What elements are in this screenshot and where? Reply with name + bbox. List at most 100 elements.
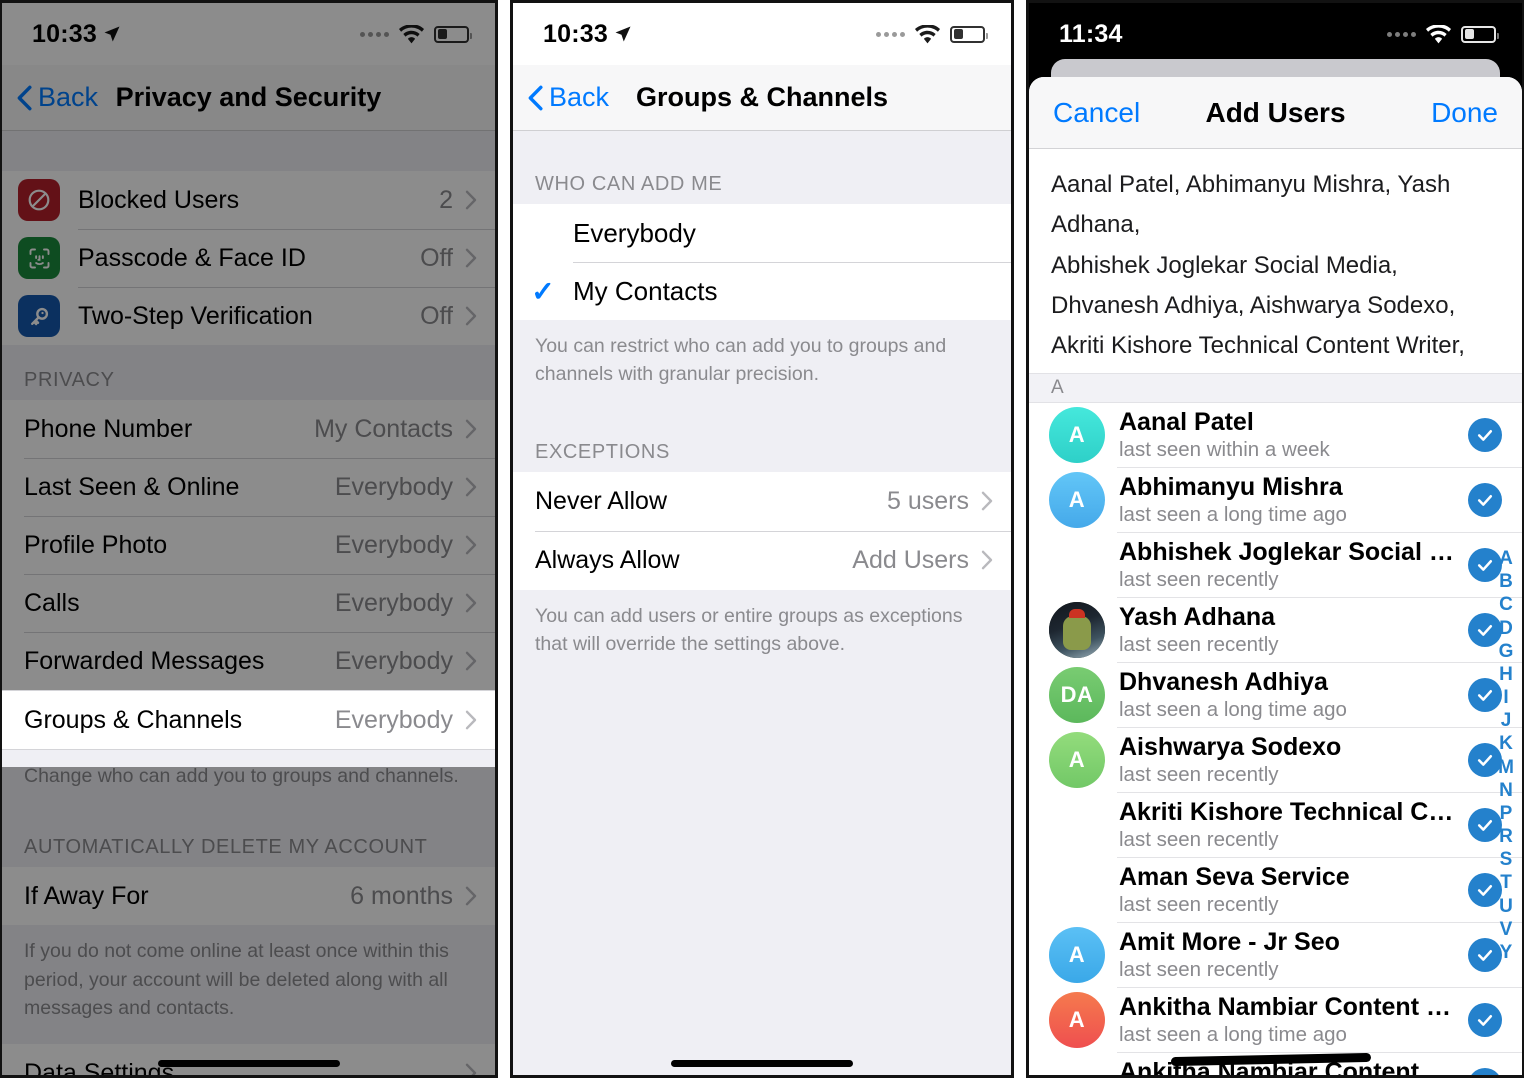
- contact-status: last seen recently: [1119, 633, 1279, 657]
- alphabet-index-letter[interactable]: A: [1499, 547, 1513, 570]
- selected-users-field[interactable]: Aanal Patel, Abhimanyu Mishra, Yash Adha…: [1029, 149, 1522, 373]
- alphabet-index-letter[interactable]: C: [1499, 593, 1513, 616]
- cancel-button[interactable]: Cancel: [1053, 97, 1140, 129]
- checkmark-selected-icon[interactable]: [1468, 483, 1502, 518]
- list-item[interactable]: A Ankitha Nambiar Content Writer last se…: [1029, 987, 1522, 1053]
- avatar: A: [1049, 472, 1105, 529]
- contacts-list: A Aanal Patel last seen within a week A …: [1029, 402, 1522, 1075]
- back-button[interactable]: Back: [2, 82, 98, 113]
- row-label: Two-Step Verification: [78, 301, 313, 330]
- alphabet-index-letter[interactable]: G: [1499, 640, 1514, 663]
- back-label: Back: [549, 82, 610, 112]
- row-last-seen-online[interactable]: Last Seen & Online Everybody: [2, 458, 495, 516]
- contact-meta: Ankitha Nambiar Content Writer last seen…: [1119, 993, 1468, 1047]
- avatar-photo: [1049, 602, 1105, 659]
- row-phone-number[interactable]: Phone Number My Contacts: [2, 400, 495, 458]
- alphabet-index-letter[interactable]: M: [1498, 756, 1514, 779]
- list-item[interactable]: Abhishek Joglekar Social Media last seen…: [1029, 532, 1522, 598]
- back-button[interactable]: Back: [513, 82, 609, 113]
- alphabet-index-letter[interactable]: D: [1499, 617, 1513, 640]
- alphabet-index-letter[interactable]: S: [1500, 848, 1513, 871]
- done-button[interactable]: Done: [1431, 97, 1498, 129]
- contact-meta: Akriti Kishore Technical Conten... last …: [1119, 798, 1468, 852]
- screenshot-stage: 10:33 Back Privacy and Security Blocked …: [0, 0, 1524, 1078]
- contact-meta: Aishwarya Sodexo last seen recently: [1119, 733, 1468, 787]
- token-line: Dhvanesh Adhiya, Aishwarya Sodexo,: [1051, 291, 1456, 319]
- highlight-wrap-groups-channels: Groups & Channels Everybody: [2, 690, 495, 750]
- alphabet-index-letter[interactable]: B: [1499, 570, 1513, 593]
- chevron-right-icon: [981, 491, 993, 511]
- avatar: [1049, 862, 1105, 918]
- row-forwarded-messages[interactable]: Forwarded Messages Everybody: [2, 632, 495, 690]
- battery-icon: [434, 25, 472, 43]
- alphabet-index-letter[interactable]: I: [1503, 686, 1508, 709]
- home-indicator: [157, 1060, 340, 1067]
- list-item[interactable]: Yash Adhana last seen recently: [1029, 597, 1522, 663]
- alphabet-index-letter[interactable]: V: [1500, 918, 1513, 941]
- privacy-section-footer: Change who can add you to groups and cha…: [2, 750, 495, 807]
- phone-panel-privacy-security: 10:33 Back Privacy and Security Blocked …: [0, 0, 498, 1078]
- list-item[interactable]: A Amit More - Jr Seo last seen recently: [1029, 922, 1522, 988]
- row-calls[interactable]: Calls Everybody: [2, 574, 495, 632]
- row-never-allow[interactable]: Never Allow 5 users: [513, 471, 1011, 531]
- contact-name: Abhishek Joglekar Social Media: [1119, 538, 1460, 567]
- chevron-right-icon: [465, 886, 477, 906]
- alphabet-index-letter[interactable]: U: [1499, 895, 1513, 918]
- row-value: Everybody: [334, 588, 453, 617]
- option-my-contacts[interactable]: ✓ My Contacts: [513, 262, 1011, 320]
- battery-icon: [950, 25, 988, 43]
- checkmark-selected-icon[interactable]: [1468, 1003, 1502, 1038]
- chevron-right-icon: [465, 419, 477, 439]
- row-value: Add Users: [852, 545, 969, 574]
- contact-status: last seen a long time ago: [1119, 503, 1347, 527]
- nav-bar: Back Privacy and Security: [2, 65, 495, 131]
- delete-section-footer: If you do not come online at least once …: [2, 925, 495, 1045]
- option-label: Everybody: [573, 217, 696, 248]
- sheet-nav-bar: Cancel Add Users Done: [1029, 77, 1522, 149]
- contact-meta: Abhishek Joglekar Social Media last seen…: [1119, 538, 1468, 592]
- alphabet-index-letter[interactable]: Y: [1500, 941, 1513, 964]
- checkmark-selected-icon[interactable]: [1468, 1068, 1502, 1075]
- alphabet-index-letter[interactable]: T: [1500, 871, 1512, 894]
- contact-meta: Yash Adhana last seen recently: [1119, 603, 1468, 657]
- alphabet-index-letter[interactable]: K: [1499, 732, 1513, 755]
- faceid-icon: [18, 237, 60, 279]
- contact-name: Amit More - Jr Seo: [1119, 928, 1340, 957]
- contact-name: Abhimanyu Mishra: [1119, 473, 1343, 502]
- row-profile-photo[interactable]: Profile Photo Everybody: [2, 516, 495, 574]
- wifi-icon: [914, 24, 941, 43]
- row-passcode-faceid[interactable]: Passcode & Face ID Off: [2, 229, 495, 287]
- chevron-right-icon: [981, 550, 993, 570]
- row-if-away-for[interactable]: If Away For 6 months: [2, 867, 495, 926]
- chevron-left-icon: [528, 85, 543, 110]
- alphabet-index-letter[interactable]: N: [1499, 779, 1513, 802]
- alphabet-index-letter[interactable]: R: [1499, 825, 1513, 848]
- alphabet-index-letter[interactable]: P: [1500, 802, 1513, 825]
- list-item[interactable]: A Aishwarya Sodexo last seen recently: [1029, 727, 1522, 793]
- row-label: If Away For: [24, 881, 149, 910]
- checkmark-selected-icon[interactable]: [1468, 418, 1502, 453]
- avatar: A: [1049, 927, 1105, 984]
- list-item[interactable]: Akriti Kishore Technical Conten... last …: [1029, 792, 1522, 858]
- row-label: Calls: [24, 588, 80, 617]
- contact-meta: Aanal Patel last seen within a week: [1119, 408, 1468, 462]
- battery-icon: [1461, 25, 1499, 43]
- row-groups-and-channels[interactable]: Groups & Channels Everybody: [2, 690, 495, 750]
- row-two-step-verification[interactable]: Two-Step Verification Off: [2, 287, 495, 345]
- row-always-allow[interactable]: Always Allow Add Users: [513, 530, 1011, 590]
- list-item[interactable]: DA Dhvanesh Adhiya last seen a long time…: [1029, 662, 1522, 728]
- alphabet-index-letter[interactable]: J: [1501, 709, 1512, 732]
- chevron-right-icon: [465, 651, 477, 671]
- contact-meta: Amit More - Jr Seo last seen recently: [1119, 928, 1468, 982]
- row-blocked-users[interactable]: Blocked Users 2: [2, 171, 495, 229]
- row-label: Phone Number: [24, 414, 193, 443]
- alphabet-index-scrubber[interactable]: ABCDGHIJKMNPRSTUVY: [1493, 547, 1519, 964]
- list-item[interactable]: A Aanal Patel last seen within a week: [1029, 402, 1522, 468]
- list-item[interactable]: Aman Seva Service last seen recently: [1029, 857, 1522, 923]
- alphabet-index-letter[interactable]: H: [1499, 663, 1513, 686]
- exceptions-footer: You can add users or entire groups as ex…: [513, 589, 1011, 675]
- list-item[interactable]: A Abhimanyu Mishra last seen a long time…: [1029, 467, 1522, 533]
- row-label: Forwarded Messages: [24, 646, 265, 675]
- row-label: Passcode & Face ID: [78, 243, 306, 272]
- option-everybody[interactable]: Everybody: [513, 204, 1011, 262]
